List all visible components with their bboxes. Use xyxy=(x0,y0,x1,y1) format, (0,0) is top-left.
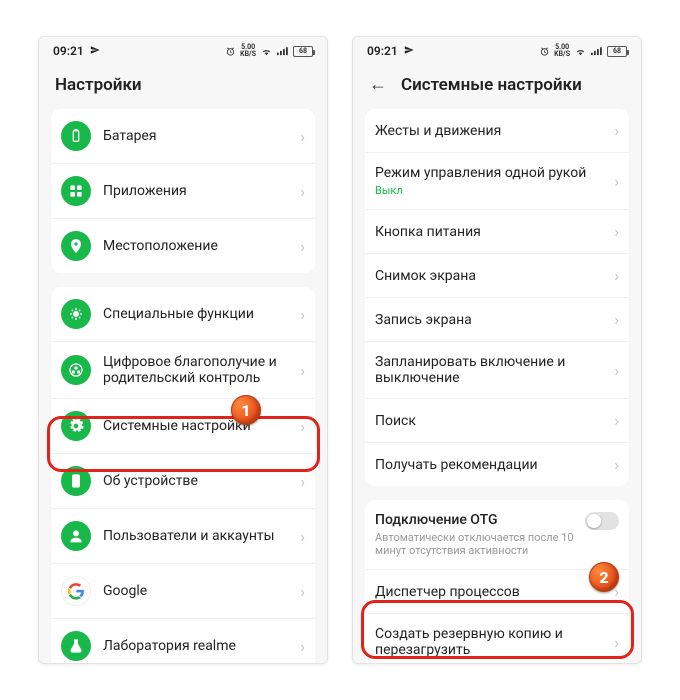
wifi-icon xyxy=(574,46,587,57)
phone-left: 09:21 5.00KB/S 68 Настройки xyxy=(38,36,328,664)
row-power-button[interactable]: Кнопка питания › xyxy=(365,209,629,253)
chevron-right-icon: › xyxy=(300,527,305,546)
row-system-settings[interactable]: Системные настройки › xyxy=(51,398,315,453)
status-bar: 09:21 5.00KB/S 68 xyxy=(353,37,641,65)
chevron-right-icon: › xyxy=(300,417,305,436)
chevron-right-icon: › xyxy=(300,305,305,324)
otg-toggle[interactable] xyxy=(585,512,619,530)
chevron-right-icon: › xyxy=(614,633,619,652)
row-label: Режим управления одной рукой xyxy=(375,165,606,181)
chevron-right-icon: › xyxy=(614,121,619,140)
row-label: Батарея xyxy=(103,128,292,144)
chevron-right-icon: › xyxy=(300,582,305,601)
net-speed: 5.00KB/S xyxy=(554,44,570,58)
chevron-right-icon: › xyxy=(614,310,619,329)
users-icon xyxy=(61,521,91,551)
chevron-right-icon: › xyxy=(300,472,305,491)
phone-right: 09:21 5.00KB/S 68 ← Системные настройки xyxy=(352,36,642,664)
row-special-features[interactable]: Специальные функции › xyxy=(51,287,315,341)
chevron-right-icon: › xyxy=(614,582,619,601)
row-battery[interactable]: Батарея › xyxy=(51,109,315,163)
row-label: Подключение OTG xyxy=(375,512,585,528)
chevron-right-icon: › xyxy=(614,172,619,191)
alarm-icon xyxy=(539,46,550,57)
chevron-right-icon: › xyxy=(614,455,619,474)
row-label: Диспетчер процессов xyxy=(375,584,606,600)
flask-icon xyxy=(61,631,91,661)
chevron-right-icon: › xyxy=(614,411,619,430)
row-process-manager[interactable]: Диспетчер процессов › xyxy=(365,569,629,613)
chevron-right-icon: › xyxy=(300,127,305,146)
row-search[interactable]: Поиск › xyxy=(365,398,629,442)
row-label: Цифровое благополучие и родительский кон… xyxy=(103,354,292,386)
row-wellbeing[interactable]: Цифровое благополучие и родительский кон… xyxy=(51,341,315,398)
row-label: Приложения xyxy=(103,183,292,199)
row-schedule-power[interactable]: Запланировать включение и выключение › xyxy=(365,341,629,398)
gear-icon xyxy=(61,411,91,441)
chevron-right-icon: › xyxy=(300,361,305,380)
row-location[interactable]: Местоположение › xyxy=(51,218,315,273)
row-onehand[interactable]: Режим управления одной рукой Выкл › xyxy=(365,152,629,209)
location-icon xyxy=(61,231,91,261)
chevron-right-icon: › xyxy=(614,266,619,285)
signal-icon xyxy=(591,46,603,57)
battery-icon xyxy=(61,121,91,151)
row-sub: Выкл xyxy=(375,184,606,197)
row-label: Местоположение xyxy=(103,238,292,254)
apps-icon xyxy=(61,176,91,206)
row-screen-record[interactable]: Запись экрана › xyxy=(365,297,629,341)
wifi-icon xyxy=(260,46,273,57)
wellbeing-icon xyxy=(61,355,91,385)
row-google[interactable]: Google › xyxy=(51,563,315,618)
row-label: Лаборатория realme xyxy=(103,638,292,654)
row-label: Специальные функции xyxy=(103,306,292,322)
row-label: Поиск xyxy=(375,413,606,429)
row-label: Запланировать включение и выключение xyxy=(375,354,606,386)
row-label: Системные настройки xyxy=(103,418,292,434)
row-label: Создать резервную копию и перезагрузить xyxy=(375,626,606,658)
phone-icon xyxy=(61,466,91,496)
chevron-right-icon: › xyxy=(300,182,305,201)
row-label: Google xyxy=(103,583,292,599)
row-users-accounts[interactable]: Пользователи и аккаунты › xyxy=(51,508,315,563)
row-label: Кнопка питания xyxy=(375,224,606,240)
signal-icon xyxy=(277,46,289,57)
row-label: Пользователи и аккаунты xyxy=(103,528,292,544)
row-label: Об устройстве xyxy=(103,473,292,489)
row-label: Получать рекомендации xyxy=(375,457,606,473)
page-title-right: Системные настройки xyxy=(401,75,582,95)
battery-icon: 68 xyxy=(293,46,313,57)
chevron-right-icon: › xyxy=(614,222,619,241)
header-right: ← Системные настройки xyxy=(353,65,641,109)
row-about-device[interactable]: Об устройстве › xyxy=(51,453,315,508)
battery-icon: 68 xyxy=(607,46,627,57)
status-time: 09:21 xyxy=(53,44,84,58)
row-screenshot[interactable]: Снимок экрана › xyxy=(365,253,629,297)
row-label: Жесты и движения xyxy=(375,123,606,139)
google-icon xyxy=(61,576,91,606)
row-label: Снимок экрана xyxy=(375,268,606,284)
chevron-right-icon: › xyxy=(300,637,305,656)
row-recommendations[interactable]: Получать рекомендации › xyxy=(365,442,629,486)
row-backup-reset[interactable]: Создать резервную копию и перезагрузить … xyxy=(365,613,629,663)
row-sub: Автоматически отключается после 10 минут… xyxy=(375,531,585,557)
alarm-icon xyxy=(225,46,236,57)
page-title-left: Настройки xyxy=(39,65,327,109)
row-realme-lab[interactable]: Лаборатория realme › xyxy=(51,618,315,663)
settings-list[interactable]: Батарея › Приложения › Местоположение › xyxy=(39,109,327,663)
system-settings-list[interactable]: Жесты и движения › Режим управления одно… xyxy=(353,109,641,663)
status-time: 09:21 xyxy=(367,44,398,58)
row-otg[interactable]: Подключение OTG Автоматически отключаетс… xyxy=(365,500,629,569)
row-label: Запись экрана xyxy=(375,312,606,328)
row-gestures[interactable]: Жесты и движения › xyxy=(365,109,629,152)
status-bar: 09:21 5.00KB/S 68 xyxy=(39,37,327,65)
star-icon xyxy=(61,299,91,329)
net-speed: 5.00KB/S xyxy=(240,44,256,58)
chevron-right-icon: › xyxy=(300,237,305,256)
send-icon xyxy=(90,45,100,58)
chevron-right-icon: › xyxy=(614,361,619,380)
row-apps[interactable]: Приложения › xyxy=(51,163,315,218)
back-button[interactable]: ← xyxy=(369,76,387,94)
send-icon xyxy=(404,45,414,58)
